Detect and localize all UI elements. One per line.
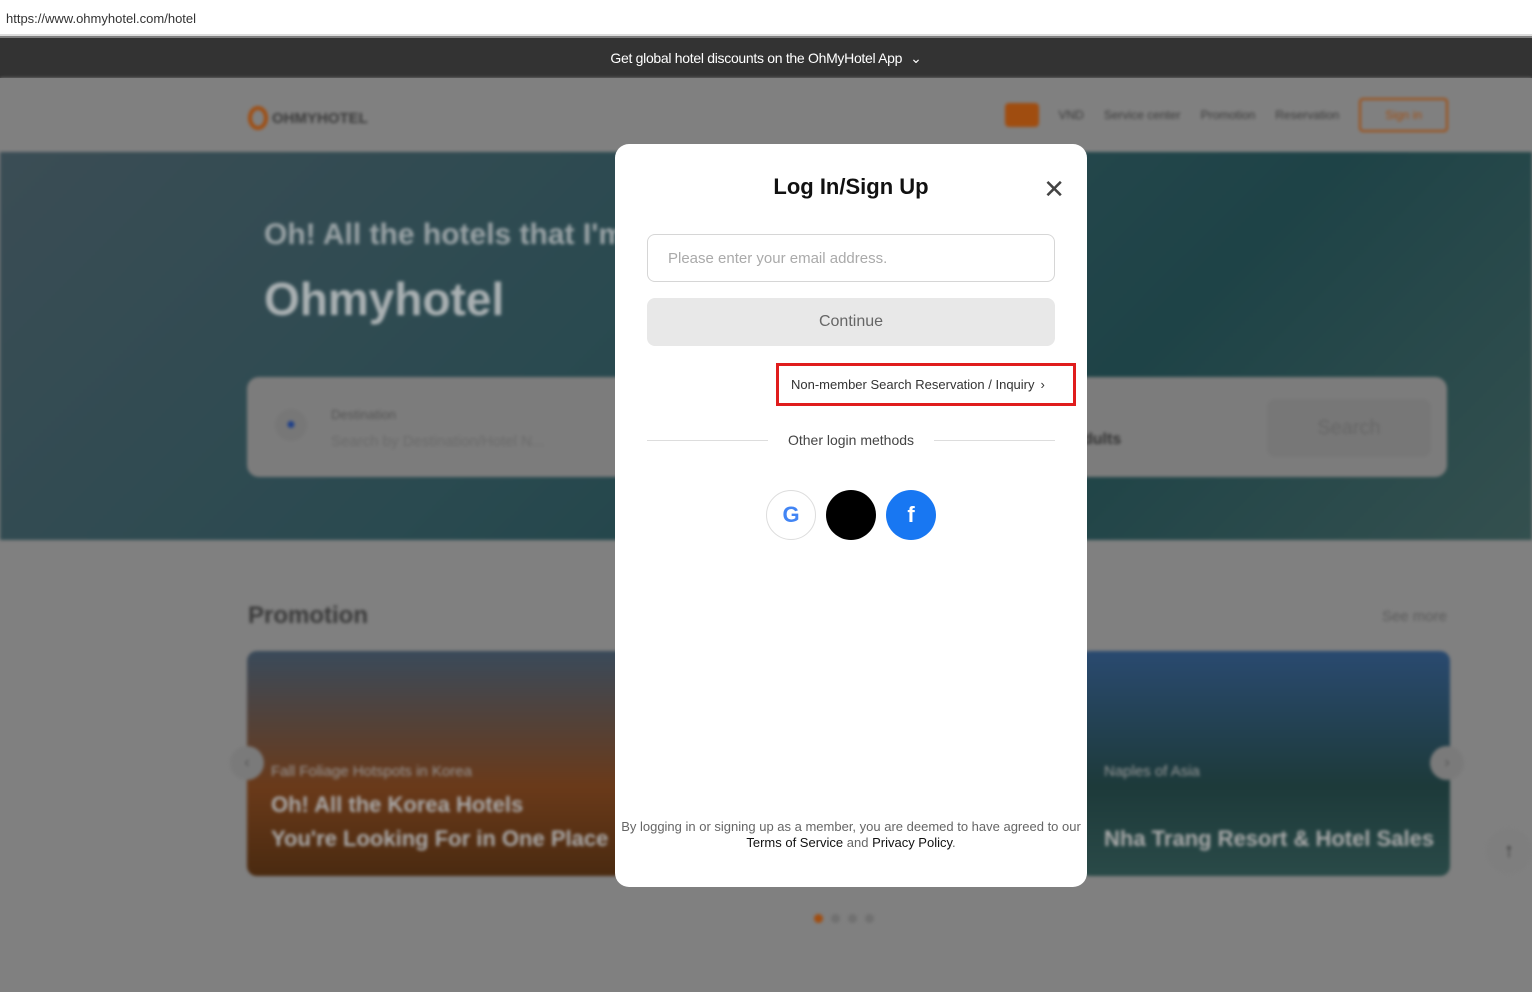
carousel-dots [814, 914, 874, 923]
nav-reservation: Reservation [1275, 108, 1340, 122]
other-login-label: Other login methods [787, 432, 915, 448]
see-more-link: See more [1381, 608, 1447, 625]
google-login-button[interactable]: G [766, 490, 816, 540]
destination-label: Destination [331, 407, 397, 422]
terms-suffix: . [952, 835, 956, 850]
hero-subtitle: Oh! All the hotels that I'm [264, 218, 626, 251]
chevron-down-icon: ⌄ [910, 49, 922, 66]
facebook-icon: f [907, 502, 915, 527]
nav-promotion: Promotion [1200, 108, 1256, 122]
sign-in-button: Sign in [1359, 98, 1448, 132]
promotion-title: Promotion [248, 602, 368, 629]
google-icon: G [782, 502, 800, 527]
apple-login-button[interactable] [826, 490, 876, 540]
top-nav: VND Service center Promotion Reservation… [1004, 98, 1448, 132]
card-title: Oh! All the Korea Hotels [271, 792, 524, 817]
terms-text: By logging in or signing up as a member,… [621, 819, 1081, 834]
chevron-right-icon: › [1040, 377, 1045, 392]
search-button: Search [1267, 399, 1431, 457]
card-tag: Naples of Asia [1104, 763, 1200, 780]
terms-link[interactable]: Terms of Service [746, 835, 843, 850]
nav-service-center: Service center [1103, 108, 1181, 122]
terms-notice: By logging in or signing up as a member,… [615, 819, 1087, 851]
non-member-inquiry-link[interactable]: Non-member Search Reservation / Inquiry › [776, 363, 1076, 406]
close-icon[interactable]: ✕ [1043, 174, 1065, 205]
non-member-label: Non-member Search Reservation / Inquiry [791, 377, 1035, 392]
promo-card: Fall Foliage Hotspots in Korea Oh! All t… [247, 651, 627, 876]
terms-and: and [843, 835, 873, 850]
continue-button[interactable]: Continue [647, 298, 1055, 346]
facebook-login-button[interactable]: f [886, 490, 936, 540]
scroll-top-icon: ↑ [1486, 828, 1532, 874]
privacy-link[interactable]: Privacy Policy [872, 835, 952, 850]
card-title: Nha Trang Resort & Hotel Sales [1104, 826, 1435, 851]
arrow-right-icon: › [1430, 746, 1464, 780]
site-header: OHMYHOTEL VND Service center Promotion R… [0, 78, 1532, 152]
hero-title: Ohmyhotel [264, 273, 505, 325]
email-input[interactable] [647, 234, 1055, 282]
currency: VND [1058, 108, 1084, 122]
promo-card: Naples of Asia Nha Trang Resort & Hotel … [1080, 651, 1450, 876]
logo: OHMYHOTEL [248, 106, 368, 130]
arrow-left-icon: ‹ [230, 746, 264, 780]
address-bar[interactable]: https://www.ohmyhotel.com/hotel [0, 0, 1532, 36]
card-title: You're Looking For in One Place [271, 826, 609, 851]
card-tag: Fall Foliage Hotspots in Korea [271, 763, 472, 780]
destination-placeholder: Search by Destination/Hotel N... [331, 433, 545, 450]
app-banner[interactable]: Get global hotel discounts on the OhMyHo… [0, 38, 1532, 78]
other-login-divider: Other login methods [647, 432, 1056, 448]
social-login: G f [615, 490, 1087, 540]
guests-text: dults [1083, 431, 1122, 448]
banner-text: Get global hotel discounts on the OhMyHo… [610, 50, 903, 66]
login-modal: Log In/Sign Up ✕ Continue Non-member Sea… [615, 144, 1087, 887]
flag-icon [1004, 103, 1039, 127]
location-pin-icon: ● [275, 409, 307, 441]
modal-title: Log In/Sign Up [773, 174, 929, 199]
